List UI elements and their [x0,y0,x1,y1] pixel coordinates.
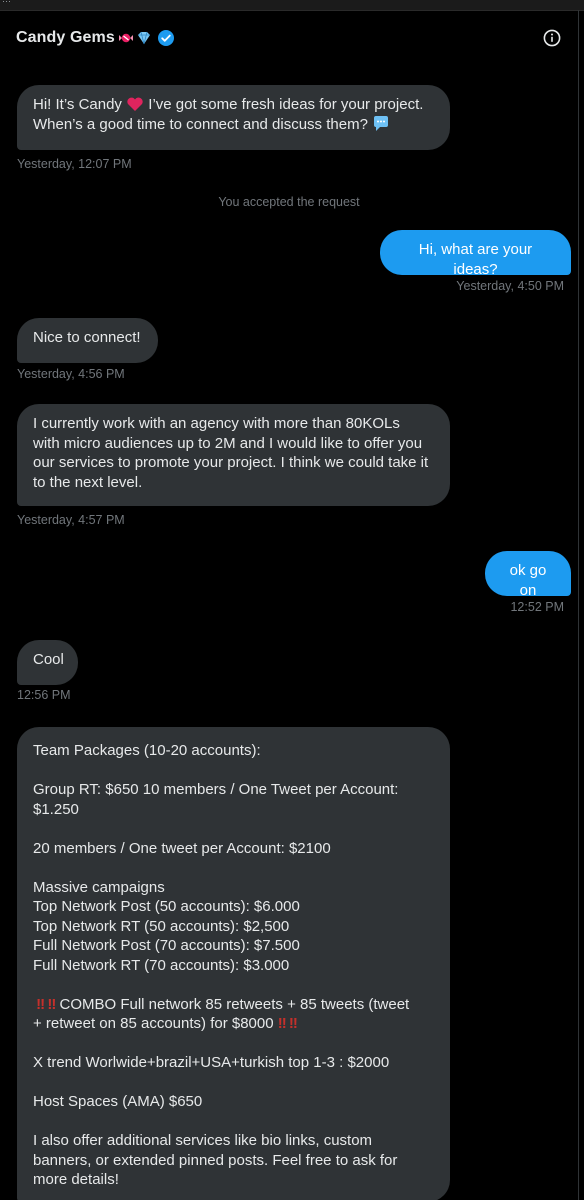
message-text: Group RT: $650 10 members / One Tweet pe… [33,781,399,798]
message-timestamp: Yesterday, 4:56 PM [17,367,125,381]
message-bubble-outgoing[interactable]: ok go on [485,551,571,599]
message-timestamp: 12:52 PM [510,600,564,614]
message-timestamp: 12:56 PM [17,688,71,702]
title-icons [117,29,175,47]
message-text: our services to promote your project. I … [33,454,429,471]
system-notice: You accepted the request [218,195,360,209]
conversation-title[interactable]: Candy Gems [16,29,115,47]
info-icon [543,29,561,46]
double-exclamation-emoji-icon: !! !! [277,1015,298,1032]
message-text: Cool [33,651,64,668]
message-text: I’ve got some fresh ideas for your proje… [148,96,424,113]
message-timestamp: Yesterday, 4:50 PM [456,279,564,293]
heart-emoji-icon [127,97,143,111]
dm-conversation-window: Candy Gems Hi! It’s Candy I’ve got some … [0,10,579,1200]
message-text: Nice to connect! [33,329,141,346]
message-bubble-incoming[interactable]: Team Packages (10-20 accounts): Group RT… [17,727,450,1200]
message-text: X trend Worlwide+brazil+USA+turkish top … [33,1054,390,1071]
top-strip-text: ··· [2,0,11,6]
message-text: COMBO Full network 85 retweets + 85 twee… [59,995,410,1013]
message-text: Top Network RT (50 accounts): $2,500 [33,917,290,935]
message-timestamp: Yesterday, 12:07 PM [17,157,132,171]
message-text: Full Network Post (70 accounts): $7.500 [33,937,300,954]
conversation-info-button[interactable] [542,28,562,48]
message-text: I currently work with an agency with mor… [33,415,400,432]
gem-icon [137,31,150,44]
message-bubble-incoming[interactable]: Nice to connect! [17,318,158,363]
message-bubble-incoming[interactable]: Hi! It’s Candy I’ve got some fresh ideas… [17,85,450,150]
message-text: $1.250 [33,800,79,818]
message-text: Hi, what are your ideas? [418,241,533,278]
message-text: Massive campaigns [33,878,165,896]
message-bubble-incoming[interactable]: Cool [17,640,78,685]
message-text: more details! [33,1171,119,1188]
message-text: Hi! It’s Candy [33,96,122,113]
message-text: + retweet on 85 accounts) for $8000 [33,1015,274,1032]
message-text: with micro audiences up to 2M and I woul… [33,434,423,452]
message-text: I also offer additional services like bi… [33,1132,373,1149]
message-text: Full Network RT (70 accounts): $3.000 [33,956,290,974]
message-bubble-outgoing[interactable]: Hi, what are your ideas? [380,230,571,278]
message-text: When’s a good time to connect and discus… [33,115,368,133]
message-timestamp: Yesterday, 4:57 PM [17,513,125,527]
message-text: 20 members / One tweet per Account: $210… [33,839,331,857]
conversation-header: Candy Gems [0,10,578,65]
message-text: Team Packages (10-20 accounts): [33,742,261,759]
message-text: ok go on [509,562,547,599]
message-text: to the next level. [33,473,143,491]
message-text: banners, or extended pinned posts. Feel … [33,1151,398,1169]
speech-balloon-emoji-icon [374,115,389,131]
message-text: Host Spaces (AMA) $650 [33,1093,203,1110]
message-text: Top Network Post (50 accounts): $6.000 [33,898,300,915]
message-bubble-incoming[interactable]: I currently work with an agency with mor… [17,404,450,506]
verified-badge-icon [157,29,174,46]
candy-icon [118,33,133,42]
double-exclamation-emoji-icon: !! !! [33,995,56,1013]
